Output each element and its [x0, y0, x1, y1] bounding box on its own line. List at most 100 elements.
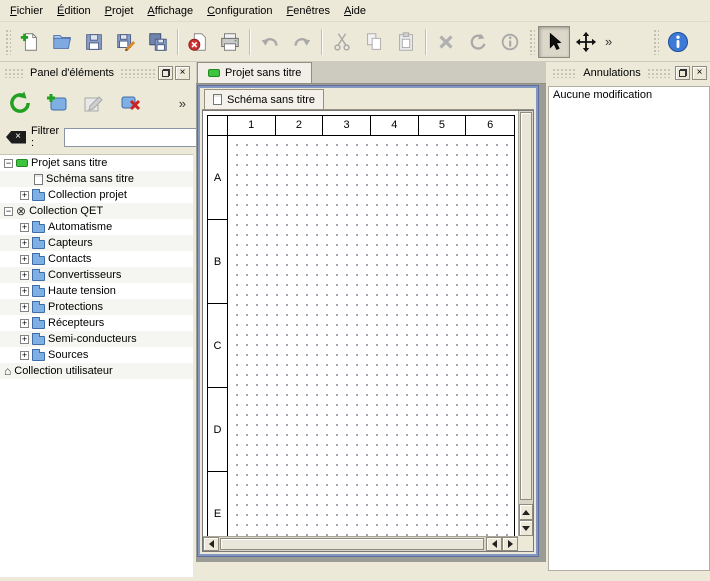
- move-tool-button[interactable]: [570, 26, 602, 58]
- select-tool-button[interactable]: [538, 26, 570, 58]
- info-button[interactable]: [494, 26, 526, 58]
- elements-panel-float-button[interactable]: [158, 66, 173, 80]
- expand-icon[interactable]: +: [20, 351, 29, 360]
- print-button[interactable]: [214, 26, 246, 58]
- menu-aide[interactable]: Aide: [337, 2, 373, 20]
- edit-element-button[interactable]: [78, 87, 110, 119]
- scroll-down-button[interactable]: [519, 520, 533, 536]
- open-project-button[interactable]: [46, 26, 78, 58]
- expand-icon[interactable]: +: [20, 319, 29, 328]
- tree-item-sources[interactable]: + Sources: [0, 347, 193, 363]
- expand-icon[interactable]: +: [20, 239, 29, 248]
- tree-item-label: Contacts: [48, 253, 91, 265]
- tree-item-project[interactable]: − Projet sans titre: [0, 155, 193, 171]
- expand-icon[interactable]: +: [20, 335, 29, 344]
- tree-item-label: Projet sans titre: [31, 157, 107, 169]
- undo-history-list[interactable]: Aucune modification: [548, 86, 710, 571]
- copy-icon: [363, 31, 385, 53]
- horizontal-scrollbar[interactable]: [203, 536, 518, 551]
- undo-button[interactable]: [254, 26, 286, 58]
- tree-item-protections[interactable]: + Protections: [0, 299, 193, 315]
- collapse-icon[interactable]: −: [4, 207, 13, 216]
- expand-icon[interactable]: +: [20, 271, 29, 280]
- close-file-button[interactable]: [182, 26, 214, 58]
- undo-panel-float-button[interactable]: [675, 66, 690, 80]
- tree-item-schema[interactable]: Schéma sans titre: [0, 171, 193, 187]
- vertical-scrollbar[interactable]: [518, 111, 533, 536]
- delete-element-icon: [119, 91, 143, 115]
- tree-item-collection-qet[interactable]: − ⊗ Collection QET: [0, 203, 193, 219]
- menu-edition[interactable]: Édition: [50, 2, 98, 20]
- menu-fichier[interactable]: Fichier: [3, 2, 50, 20]
- rotate-button[interactable]: [462, 26, 494, 58]
- scroll-up-button[interactable]: [519, 504, 533, 520]
- toolbar-overflow-chevron[interactable]: »: [602, 34, 615, 49]
- reload-collections-button[interactable]: [4, 87, 36, 119]
- expand-icon[interactable]: +: [20, 303, 29, 312]
- expand-icon[interactable]: +: [20, 255, 29, 264]
- undo-panel-titlebar[interactable]: Annulations ×: [549, 64, 709, 82]
- toolbar-grip[interactable]: [653, 29, 659, 55]
- v-scroll-thumb[interactable]: [520, 112, 532, 500]
- tab-label: Schéma sans titre: [227, 94, 315, 106]
- scrollbar-corner: [518, 536, 533, 551]
- copy-button[interactable]: [358, 26, 390, 58]
- toolbar-grip[interactable]: [5, 29, 11, 55]
- h-scroll-thumb[interactable]: [220, 538, 484, 550]
- save-all-button[interactable]: [142, 26, 174, 58]
- tree-item-label: Capteurs: [48, 237, 93, 249]
- elements-panel-close-button[interactable]: ×: [175, 66, 190, 80]
- tree-item-recepteurs[interactable]: + Récepteurs: [0, 315, 193, 331]
- tree-item-capteurs[interactable]: + Capteurs: [0, 235, 193, 251]
- dock-grip[interactable]: [647, 68, 672, 78]
- tree-item-contacts[interactable]: + Contacts: [0, 251, 193, 267]
- menu-configuration[interactable]: Configuration: [200, 2, 279, 20]
- expand-icon[interactable]: +: [20, 223, 29, 232]
- delete-button[interactable]: [430, 26, 462, 58]
- new-document-button[interactable]: [14, 26, 46, 58]
- elements-panel-titlebar[interactable]: Panel d'éléments ×: [1, 64, 192, 82]
- collapse-icon[interactable]: −: [4, 159, 13, 168]
- tree-item-label: Haute tension: [48, 285, 116, 297]
- diagram-grid[interactable]: [228, 136, 514, 552]
- undo-empty-text: Aucune modification: [553, 89, 652, 101]
- scroll-left-button[interactable]: [203, 537, 219, 551]
- tree-item-collection-projet[interactable]: + Collection projet: [0, 187, 193, 203]
- menu-affichage[interactable]: Affichage: [140, 2, 200, 20]
- menu-fenetres[interactable]: Fenêtres: [280, 2, 337, 20]
- toolbar-grip[interactable]: [529, 29, 535, 55]
- tree-item-collection-utilisateur[interactable]: ⌂ Collection utilisateur: [0, 363, 193, 379]
- redo-button[interactable]: [286, 26, 318, 58]
- menu-projet[interactable]: Projet: [98, 2, 141, 20]
- tree-item-convertisseurs[interactable]: + Convertisseurs: [0, 267, 193, 283]
- clear-filter-button[interactable]: ×: [6, 131, 26, 144]
- dock-grip[interactable]: [120, 68, 155, 78]
- delete-element-button[interactable]: [115, 87, 147, 119]
- scroll-right-button[interactable]: [502, 537, 518, 551]
- new-element-button[interactable]: [41, 87, 73, 119]
- dock-grip[interactable]: [4, 68, 24, 78]
- diagram-tab-bar: Schéma sans titre: [202, 90, 534, 110]
- tree-item-label: Collection QET: [29, 205, 103, 217]
- folder-icon: [32, 336, 45, 345]
- tree-item-semi-conducteurs[interactable]: + Semi-conducteurs: [0, 331, 193, 347]
- diagram-view[interactable]: 1 2 3 4 5 6 A B C D E: [202, 110, 534, 552]
- scroll-left-button-2[interactable]: [486, 537, 502, 551]
- tree-item-haute-tension[interactable]: + Haute tension: [0, 283, 193, 299]
- save-as-button[interactable]: [110, 26, 142, 58]
- save-all-icon: [147, 31, 169, 53]
- cut-button[interactable]: [326, 26, 358, 58]
- tree-item-automatisme[interactable]: + Automatisme: [0, 219, 193, 235]
- panel-overflow-chevron[interactable]: »: [176, 96, 189, 111]
- expand-icon[interactable]: +: [20, 191, 29, 200]
- dock-grip[interactable]: [552, 68, 577, 78]
- filter-input[interactable]: [64, 128, 214, 147]
- tab-schema-sans-titre[interactable]: Schéma sans titre: [204, 89, 324, 109]
- tab-projet-sans-titre[interactable]: Projet sans titre: [197, 62, 312, 83]
- folder-icon: [32, 224, 45, 233]
- undo-panel-close-button[interactable]: ×: [692, 66, 707, 80]
- expand-icon[interactable]: +: [20, 287, 29, 296]
- paste-button[interactable]: [390, 26, 422, 58]
- about-info-button[interactable]: [662, 26, 694, 58]
- save-button[interactable]: [78, 26, 110, 58]
